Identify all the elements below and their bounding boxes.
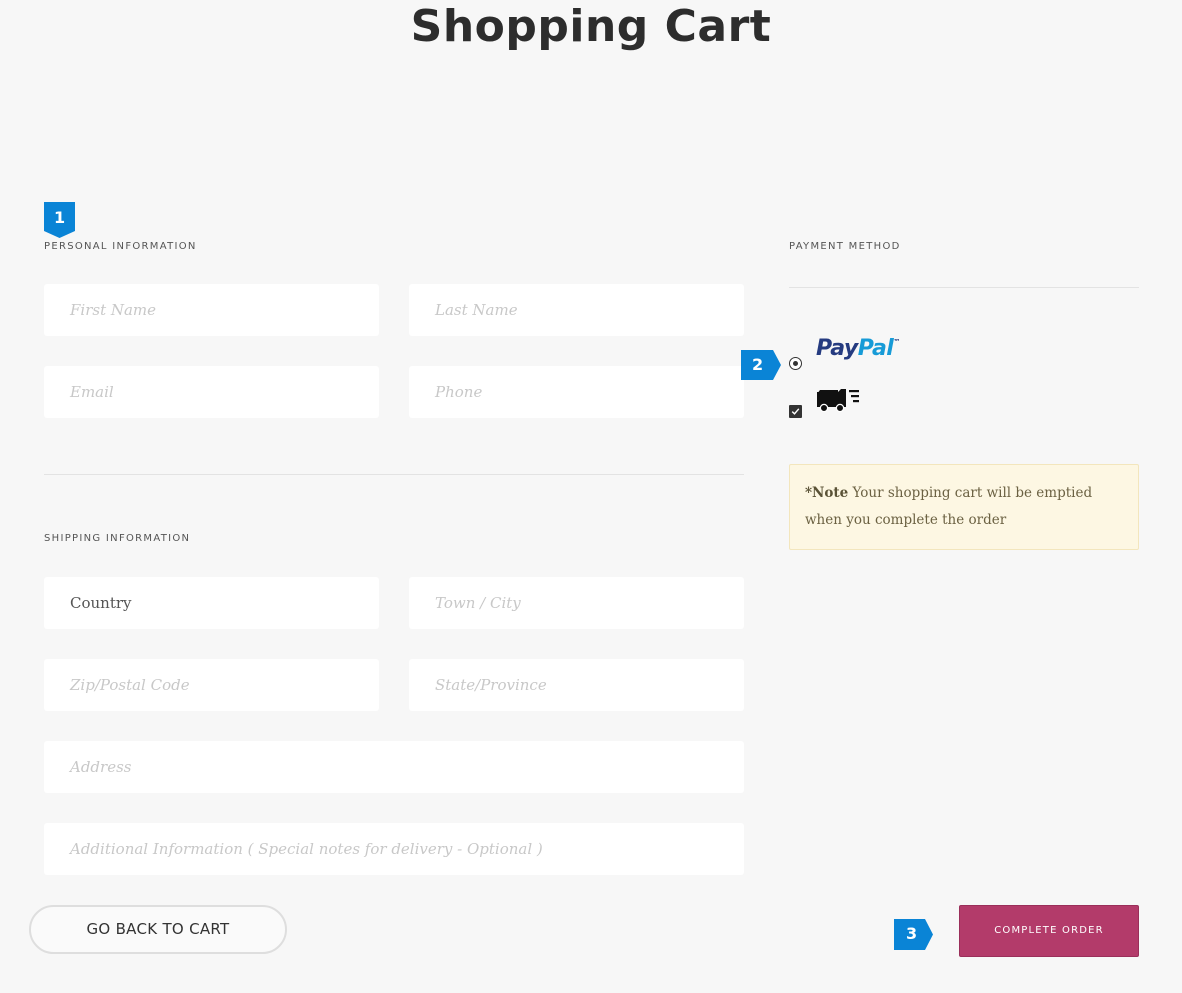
town-city-input[interactable]: Town / City bbox=[409, 577, 744, 629]
step-3-number: 3 bbox=[906, 924, 918, 943]
step-2-badge: 2 bbox=[741, 350, 781, 380]
page-title: Shopping Cart bbox=[410, 1, 772, 52]
shipping-info-heading: SHIPPING INFORMATION bbox=[44, 533, 191, 544]
payment-divider bbox=[789, 287, 1139, 288]
paypal-logo: PayPal™ bbox=[816, 336, 900, 361]
paypal-logo-tm: ™ bbox=[893, 338, 900, 346]
section-divider bbox=[44, 474, 744, 475]
delivery-truck-icon bbox=[816, 386, 861, 417]
last-name-input[interactable]: Last Name bbox=[409, 284, 744, 336]
check-icon bbox=[791, 408, 800, 415]
order-note: *Note Your shopping cart will be emptied… bbox=[789, 464, 1139, 550]
complete-order-button[interactable]: COMPLETE ORDER bbox=[959, 905, 1139, 957]
personal-info-heading: PERSONAL INFORMATION bbox=[44, 241, 197, 252]
go-back-to-cart-button[interactable]: GO BACK TO CART bbox=[29, 905, 287, 954]
phone-input[interactable]: Phone bbox=[409, 366, 744, 418]
address-input[interactable]: Address bbox=[44, 741, 744, 793]
note-label: *Note bbox=[805, 485, 849, 501]
paypal-logo-pal: Pal bbox=[857, 336, 894, 361]
step-2-number: 2 bbox=[752, 355, 764, 374]
payment-method-heading: PAYMENT METHOD bbox=[789, 241, 901, 252]
first-name-input[interactable]: First Name bbox=[44, 284, 379, 336]
note-text: Your shopping cart will be emptied when … bbox=[805, 485, 1093, 528]
country-select[interactable]: Country bbox=[44, 577, 379, 629]
step-1-number: 1 bbox=[54, 208, 66, 227]
additional-info-input[interactable]: Additional Information ( Special notes f… bbox=[44, 823, 744, 875]
zip-code-input[interactable]: Zip/Postal Code bbox=[44, 659, 379, 711]
paypal-radio[interactable] bbox=[789, 357, 802, 370]
step-1-badge: 1 bbox=[44, 202, 75, 238]
state-province-input[interactable]: State/Province bbox=[409, 659, 744, 711]
delivery-checkbox[interactable] bbox=[789, 405, 802, 418]
step-3-badge: 3 bbox=[894, 919, 934, 950]
paypal-logo-pay: Pay bbox=[816, 336, 858, 361]
email-input[interactable]: Email bbox=[44, 366, 379, 418]
